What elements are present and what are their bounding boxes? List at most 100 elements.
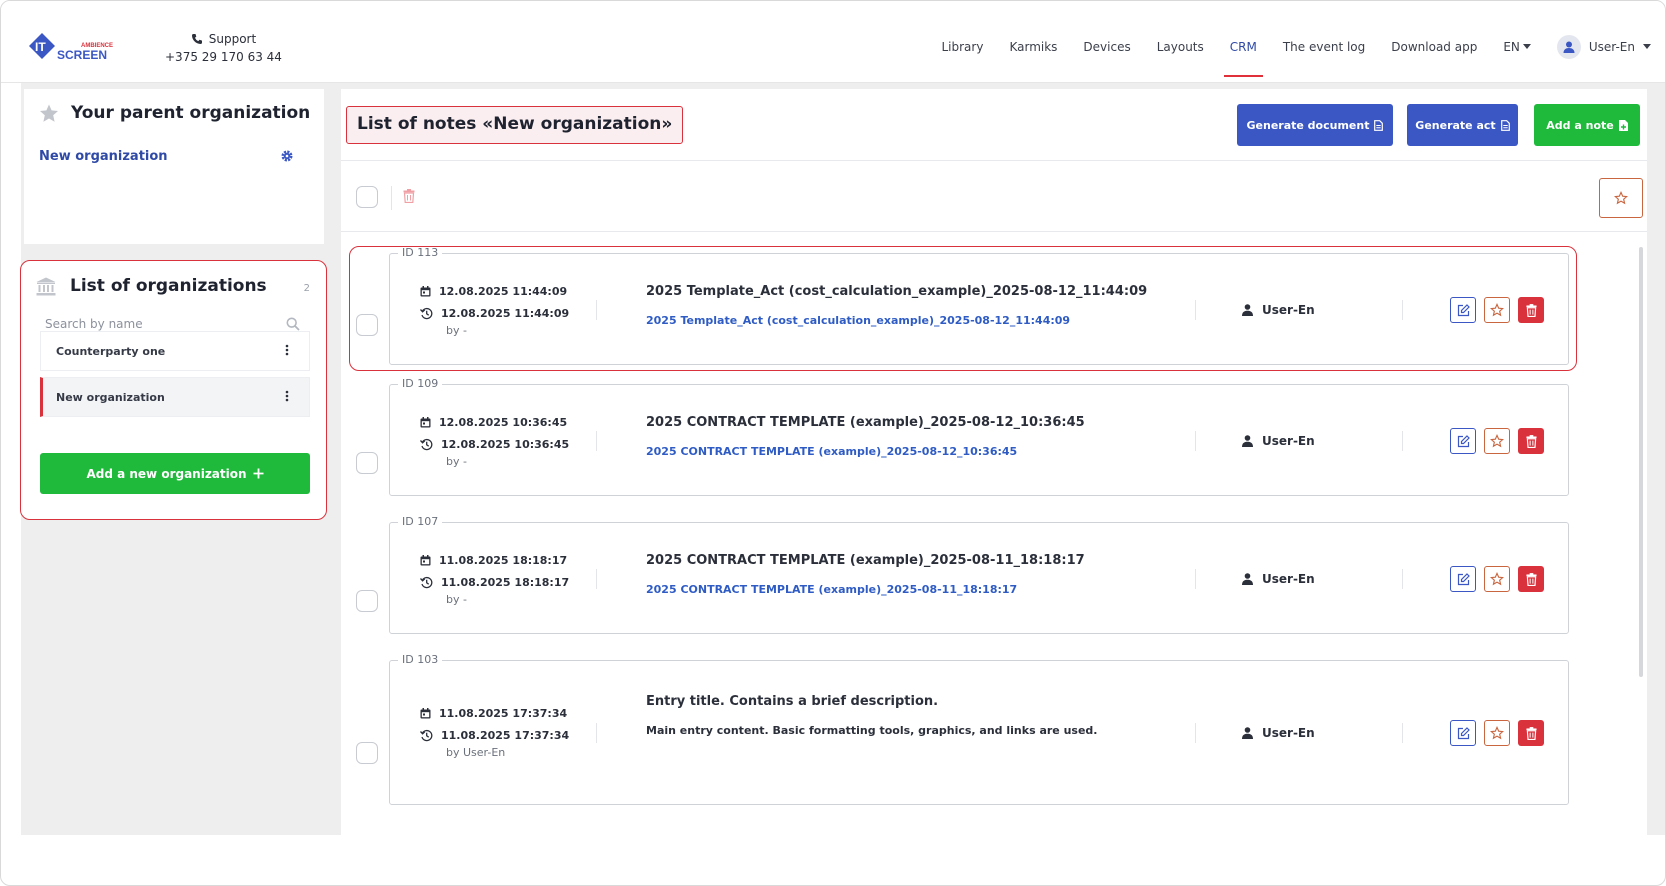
favorite-note-button[interactable]	[1484, 720, 1510, 746]
note-author: User-En	[1262, 434, 1315, 448]
generate-document-label: Generate document	[1246, 118, 1370, 132]
organizations-list-panel: List of organizations 2 Counterparty one…	[20, 260, 327, 520]
nav-devices[interactable]: Devices	[1083, 31, 1130, 63]
note-author: User-En	[1262, 303, 1315, 317]
history-icon	[420, 307, 433, 320]
more-vertical-icon[interactable]	[285, 390, 289, 402]
history-icon	[420, 576, 433, 589]
generate-document-button[interactable]: Generate document	[1237, 104, 1393, 146]
note-file-link[interactable]: 2025 CONTRACT TEMPLATE (example)_2025-08…	[646, 583, 1017, 596]
top-header: IT AMBIENCE SCREEN Support +375 29 170 6…	[1, 1, 1665, 83]
edit-icon	[1457, 572, 1470, 585]
support-block[interactable]: Support +375 29 170 63 44	[165, 30, 282, 66]
note-file-link[interactable]: 2025 Template_Act (cost_calculation_exam…	[646, 314, 1070, 327]
star-outline-icon	[1614, 191, 1628, 205]
nav-download-app[interactable]: Download app	[1391, 31, 1477, 63]
add-organization-button[interactable]: Add a new organization	[40, 453, 310, 494]
search-icon[interactable]	[286, 317, 300, 331]
favorite-note-button[interactable]	[1484, 428, 1510, 454]
edit-note-button[interactable]	[1450, 566, 1476, 592]
organization-item-counterparty-one[interactable]: Counterparty one	[40, 331, 310, 371]
notes-panel: List of notes «New organization» Generat…	[341, 89, 1647, 835]
star-outline-icon	[1490, 726, 1504, 740]
organizations-count: 2	[303, 283, 310, 294]
note-card: ID 113 12.08.2025 11:44:09 12.08.2025 11…	[389, 246, 1569, 365]
favorites-filter-button[interactable]	[1599, 178, 1643, 218]
note-id: ID 107	[398, 515, 443, 528]
page-title: List of notes «New organization»	[346, 106, 684, 144]
note-file-link[interactable]: 2025 CONTRACT TEMPLATE (example)_2025-08…	[646, 445, 1017, 458]
edit-note-button[interactable]	[1450, 720, 1476, 746]
organization-item-label: New organization	[56, 390, 165, 404]
delete-note-button[interactable]	[1518, 428, 1544, 454]
phone-icon	[191, 34, 202, 44]
trash-icon	[1525, 726, 1537, 740]
caret-down-icon	[1643, 44, 1651, 49]
nav-crm[interactable]: CRM	[1223, 31, 1263, 77]
note-select-checkbox[interactable]	[356, 452, 378, 474]
logo-screen-text: SCREEN	[57, 48, 107, 62]
note-actions	[1450, 297, 1544, 323]
parent-organization-name[interactable]: New organization	[39, 149, 168, 164]
calendar-icon	[420, 417, 431, 428]
favorite-note-button[interactable]	[1484, 297, 1510, 323]
note-actions	[1450, 720, 1544, 746]
nav-karmiks[interactable]: Karmiks	[1009, 31, 1057, 63]
favorite-note-button[interactable]	[1484, 566, 1510, 592]
notes-scrollbar[interactable]	[1639, 247, 1643, 677]
language-select[interactable]: EN	[1503, 31, 1531, 63]
user-icon	[1242, 727, 1253, 739]
note-card: ID 109 12.08.2025 10:36:45 12.08.2025 10…	[389, 377, 1569, 496]
organization-item-label: Counterparty one	[56, 344, 166, 358]
note-select-checkbox[interactable]	[356, 314, 378, 336]
caret-down-icon	[1522, 44, 1531, 49]
app-window: IT AMBIENCE SCREEN Support +375 29 170 6…	[0, 0, 1666, 886]
note-card: ID 107 11.08.2025 18:18:17 11.08.2025 18…	[389, 515, 1569, 634]
history-icon	[420, 438, 433, 451]
trash-icon	[1525, 303, 1537, 317]
note-author: User-En	[1262, 726, 1315, 740]
nav-library[interactable]: Library	[941, 31, 983, 63]
nav-layouts[interactable]: Layouts	[1157, 31, 1204, 63]
delete-note-button[interactable]	[1518, 720, 1544, 746]
support-phone: +375 29 170 63 44	[165, 50, 282, 64]
note-author: User-En	[1262, 572, 1315, 586]
star-outline-icon	[1490, 303, 1504, 317]
support-label: Support	[208, 32, 257, 46]
it-screen-logo[interactable]: IT AMBIENCE SCREEN	[27, 31, 119, 67]
add-organization-label: Add a new organization	[86, 466, 247, 481]
select-all-checkbox[interactable]	[356, 186, 378, 208]
user-icon	[1563, 41, 1575, 53]
more-vertical-icon[interactable]	[285, 344, 289, 356]
user-menu[interactable]: User-En	[1556, 31, 1651, 63]
note-card: ID 103 11.08.2025 17:37:34 11.08.2025 17…	[389, 653, 1569, 805]
organization-item-new-organization[interactable]: New organization	[40, 377, 310, 417]
add-note-button[interactable]: Add a note	[1534, 104, 1640, 146]
delete-note-button[interactable]	[1518, 566, 1544, 592]
note-id: ID 109	[398, 377, 443, 390]
trash-icon[interactable]	[403, 189, 415, 203]
edit-note-button[interactable]	[1450, 297, 1476, 323]
calendar-icon	[420, 555, 431, 566]
note-updated-date: 12.08.2025 11:44:09	[441, 307, 570, 320]
trash-icon	[1525, 434, 1537, 448]
star-outline-icon	[1490, 572, 1504, 586]
star-icon	[40, 104, 58, 122]
note-title: Entry title. Contains a brief descriptio…	[646, 694, 939, 709]
add-note-label: Add a note	[1546, 118, 1614, 132]
note-select-checkbox[interactable]	[356, 742, 378, 764]
generate-act-button[interactable]: Generate act	[1407, 104, 1518, 146]
history-icon	[420, 729, 433, 742]
user-icon	[1242, 573, 1253, 585]
note-updated-date: 12.08.2025 10:36:45	[441, 438, 570, 451]
edit-icon	[1457, 434, 1470, 447]
gear-icon[interactable]	[280, 149, 294, 163]
user-icon	[1242, 435, 1253, 447]
note-actions	[1450, 566, 1544, 592]
nav-event-log[interactable]: The event log	[1283, 31, 1365, 63]
main-nav: Library Karmiks Devices Layouts CRM The …	[928, 31, 1651, 77]
delete-note-button[interactable]	[1518, 297, 1544, 323]
edit-note-button[interactable]	[1450, 428, 1476, 454]
generate-act-label: Generate act	[1415, 118, 1496, 132]
note-select-checkbox[interactable]	[356, 590, 378, 612]
